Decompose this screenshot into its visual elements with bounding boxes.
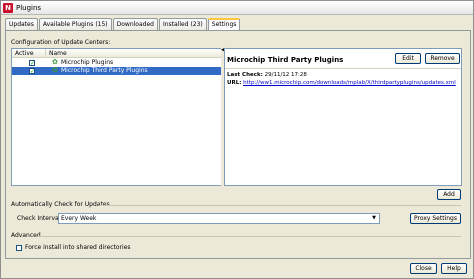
last-check-label: Last Check:: [227, 72, 263, 78]
column-header-active[interactable]: Active: [12, 49, 46, 58]
update-center-row[interactable]: ✓ ✿ Microchip Third Party Plugins: [12, 67, 223, 75]
auto-check-separator: [99, 205, 461, 206]
plugin-puzzle-icon: ✿: [52, 66, 58, 74]
proxy-settings-button[interactable]: Proxy Settings: [410, 213, 461, 224]
details-divider: [225, 68, 461, 69]
check-interval-value: Every Week: [61, 215, 97, 222]
update-center-url-link[interactable]: http://ww1.microchip.com/downloads/mplab…: [243, 80, 456, 86]
url-line: URL: http://ww1.microchip.com/downloads/…: [227, 80, 456, 87]
check-interval-select[interactable]: Every Week ▼: [58, 213, 380, 224]
tab-bar: Updates Available Plugins (15) Downloade…: [5, 18, 241, 31]
config-label: Configuration of Update Centers:: [11, 39, 111, 46]
tab-downloaded[interactable]: Downloaded: [112, 18, 158, 30]
remove-button[interactable]: Remove: [425, 53, 460, 64]
netbeans-app-icon: N: [3, 3, 13, 13]
plugins-window: N Plugins Updates Available Plugins (15)…: [0, 0, 474, 279]
update-center-details: Microchip Third Party Plugins Last Check…: [224, 48, 462, 186]
details-title: Microchip Third Party Plugins: [227, 56, 344, 64]
advanced-separator: [38, 236, 461, 237]
update-center-row[interactable]: ✓ ✿ Microchip Plugins: [12, 59, 223, 67]
active-checkbox[interactable]: ✓: [29, 68, 35, 75]
plugin-puzzle-icon: ✿: [52, 58, 58, 66]
title-bar[interactable]: N Plugins: [1, 1, 473, 15]
last-check-value: 29/11/12 17:28: [264, 72, 307, 78]
window-title: Plugins: [16, 4, 42, 12]
add-button[interactable]: Add: [437, 189, 461, 200]
column-header-name[interactable]: Name: [46, 49, 223, 58]
auto-check-section-label: Automatically Check for Updates: [11, 201, 110, 208]
update-center-name: Microchip Plugins: [61, 59, 114, 66]
active-checkbox[interactable]: ✓: [29, 60, 35, 67]
force-install-label: Force install into shared directories: [25, 244, 131, 251]
force-install-checkbox[interactable]: [16, 245, 22, 251]
check-interval-label: Check Interval:: [17, 215, 63, 222]
advanced-section-label: Advanced: [11, 232, 41, 239]
url-label: URL:: [227, 80, 242, 86]
last-check-line: Last Check: 29/11/12 17:28: [227, 72, 307, 79]
chevron-down-icon[interactable]: ▼: [369, 214, 379, 223]
edit-button[interactable]: Edit: [395, 53, 421, 64]
tab-installed[interactable]: Installed (23): [158, 18, 207, 30]
close-button[interactable]: Close: [410, 263, 437, 274]
help-button[interactable]: Help: [441, 263, 467, 274]
update-center-name: Microchip Third Party Plugins: [61, 67, 148, 74]
tab-updates[interactable]: Updates: [5, 18, 38, 30]
tab-available-plugins[interactable]: Available Plugins (15): [38, 18, 112, 30]
update-center-list[interactable]: Active Name ✓ ✿ Microchip Plugins ✓ ✿ Mi…: [11, 48, 224, 186]
list-header: Active Name: [12, 49, 223, 58]
